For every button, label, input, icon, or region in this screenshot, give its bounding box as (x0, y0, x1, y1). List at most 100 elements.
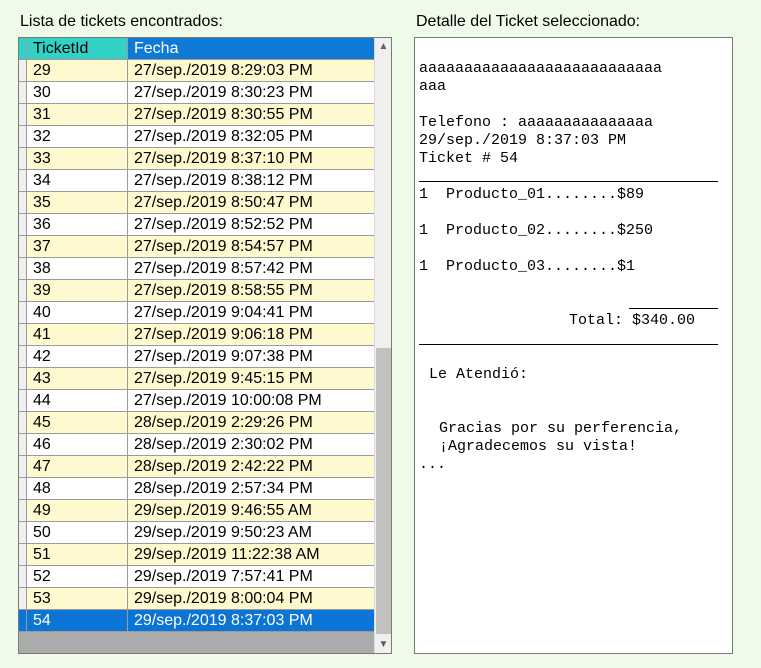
row-header-cell[interactable] (19, 346, 27, 368)
row-header-cell[interactable] (19, 192, 27, 214)
fecha-cell[interactable]: 29/sep./2019 8:00:04 PM (128, 588, 374, 610)
table-row[interactable]: 34 27/sep./2019 8:38:12 PM (19, 170, 374, 192)
table-row[interactable]: 29 27/sep./2019 8:29:03 PM (19, 60, 374, 82)
fecha-cell[interactable]: 27/sep./2019 8:30:23 PM (128, 82, 374, 104)
row-header-cell[interactable] (19, 544, 27, 566)
table-row[interactable]: 33 27/sep./2019 8:37:10 PM (19, 148, 374, 170)
table-row[interactable]: 54 29/sep./2019 8:37:03 PM (19, 610, 374, 632)
fecha-cell[interactable]: 27/sep./2019 9:04:41 PM (128, 302, 374, 324)
chevron-up-icon[interactable]: ▲ (375, 38, 391, 55)
row-header-cell[interactable] (19, 610, 27, 632)
table-row[interactable]: 43 27/sep./2019 9:45:15 PM (19, 368, 374, 390)
fecha-cell[interactable]: 28/sep./2019 2:30:02 PM (128, 434, 374, 456)
table-row[interactable]: 44 27/sep./2019 10:00:08 PM (19, 390, 374, 412)
ticketid-cell[interactable]: 52 (27, 566, 128, 588)
fecha-cell[interactable]: 27/sep./2019 8:57:42 PM (128, 258, 374, 280)
fecha-cell[interactable]: 29/sep./2019 7:57:41 PM (128, 566, 374, 588)
table-row[interactable]: 50 29/sep./2019 9:50:23 AM (19, 522, 374, 544)
row-header-cell[interactable] (19, 412, 27, 434)
table-row[interactable]: 46 28/sep./2019 2:30:02 PM (19, 434, 374, 456)
row-header-cell[interactable] (19, 170, 27, 192)
row-header-cell[interactable] (19, 214, 27, 236)
row-header-cell[interactable] (19, 456, 27, 478)
ticketid-cell[interactable]: 36 (27, 214, 128, 236)
column-header-ticketid[interactable]: TicketId (27, 38, 128, 60)
table-row[interactable]: 30 27/sep./2019 8:30:23 PM (19, 82, 374, 104)
fecha-cell[interactable]: 27/sep./2019 8:58:55 PM (128, 280, 374, 302)
table-row[interactable]: 36 27/sep./2019 8:52:52 PM (19, 214, 374, 236)
row-header-cell[interactable] (19, 104, 27, 126)
ticketid-cell[interactable]: 43 (27, 368, 128, 390)
row-header-cell[interactable] (19, 500, 27, 522)
fecha-cell[interactable]: 27/sep./2019 8:37:10 PM (128, 148, 374, 170)
ticketid-cell[interactable]: 50 (27, 522, 128, 544)
fecha-cell[interactable]: 27/sep./2019 8:52:52 PM (128, 214, 374, 236)
fecha-cell[interactable]: 29/sep./2019 8:37:03 PM (128, 610, 374, 632)
row-header-cell[interactable] (19, 478, 27, 500)
fecha-cell[interactable]: 27/sep./2019 8:54:57 PM (128, 236, 374, 258)
ticketid-cell[interactable]: 34 (27, 170, 128, 192)
row-header-cell[interactable] (19, 588, 27, 610)
ticketid-cell[interactable]: 33 (27, 148, 128, 170)
table-row[interactable]: 45 28/sep./2019 2:29:26 PM (19, 412, 374, 434)
ticketid-cell[interactable]: 35 (27, 192, 128, 214)
vertical-scrollbar[interactable]: ▲ ▼ (374, 38, 391, 653)
row-header-cell[interactable] (19, 60, 27, 82)
table-row[interactable]: 49 29/sep./2019 9:46:55 AM (19, 500, 374, 522)
ticketid-cell[interactable]: 29 (27, 60, 128, 82)
table-row[interactable]: 42 27/sep./2019 9:07:38 PM (19, 346, 374, 368)
chevron-down-icon[interactable]: ▼ (375, 636, 391, 653)
row-header-cell[interactable] (19, 324, 27, 346)
table-row[interactable]: 39 27/sep./2019 8:58:55 PM (19, 280, 374, 302)
ticketid-cell[interactable]: 44 (27, 390, 128, 412)
fecha-cell[interactable]: 27/sep./2019 8:50:47 PM (128, 192, 374, 214)
row-header-cell[interactable] (19, 302, 27, 324)
fecha-cell[interactable]: 28/sep./2019 2:57:34 PM (128, 478, 374, 500)
ticketid-cell[interactable]: 37 (27, 236, 128, 258)
ticket-detail-panel[interactable]: aaaaaaaaaaaaaaaaaaaaaaaaaaa aaa Telefono… (414, 37, 733, 654)
table-row[interactable]: 40 27/sep./2019 9:04:41 PM (19, 302, 374, 324)
table-row[interactable]: 48 28/sep./2019 2:57:34 PM (19, 478, 374, 500)
ticketid-cell[interactable]: 47 (27, 456, 128, 478)
row-header-cell[interactable] (19, 390, 27, 412)
table-row[interactable]: 31 27/sep./2019 8:30:55 PM (19, 104, 374, 126)
row-header-corner[interactable] (19, 38, 27, 60)
ticketid-cell[interactable]: 40 (27, 302, 128, 324)
table-row[interactable]: 51 29/sep./2019 11:22:38 AM (19, 544, 374, 566)
table-row[interactable]: 47 28/sep./2019 2:42:22 PM (19, 456, 374, 478)
table-row[interactable]: 38 27/sep./2019 8:57:42 PM (19, 258, 374, 280)
fecha-cell[interactable]: 28/sep./2019 2:29:26 PM (128, 412, 374, 434)
table-row[interactable]: 41 27/sep./2019 9:06:18 PM (19, 324, 374, 346)
ticketid-cell[interactable]: 49 (27, 500, 128, 522)
fecha-cell[interactable]: 29/sep./2019 9:50:23 AM (128, 522, 374, 544)
ticketid-cell[interactable]: 42 (27, 346, 128, 368)
table-row[interactable]: 52 29/sep./2019 7:57:41 PM (19, 566, 374, 588)
ticketid-cell[interactable]: 38 (27, 258, 128, 280)
table-row[interactable]: 37 27/sep./2019 8:54:57 PM (19, 236, 374, 258)
ticketid-cell[interactable]: 30 (27, 82, 128, 104)
row-header-cell[interactable] (19, 280, 27, 302)
row-header-cell[interactable] (19, 82, 27, 104)
row-header-cell[interactable] (19, 126, 27, 148)
fecha-cell[interactable]: 27/sep./2019 9:45:15 PM (128, 368, 374, 390)
ticketid-cell[interactable]: 46 (27, 434, 128, 456)
fecha-cell[interactable]: 27/sep./2019 9:07:38 PM (128, 346, 374, 368)
row-header-cell[interactable] (19, 434, 27, 456)
fecha-cell[interactable]: 27/sep./2019 8:32:05 PM (128, 126, 374, 148)
ticketid-cell[interactable]: 48 (27, 478, 128, 500)
row-header-cell[interactable] (19, 148, 27, 170)
fecha-cell[interactable]: 27/sep./2019 8:30:55 PM (128, 104, 374, 126)
fecha-cell[interactable]: 29/sep./2019 11:22:38 AM (128, 544, 374, 566)
row-header-cell[interactable] (19, 522, 27, 544)
ticketid-cell[interactable]: 41 (27, 324, 128, 346)
ticketid-cell[interactable]: 51 (27, 544, 128, 566)
ticketid-cell[interactable]: 45 (27, 412, 128, 434)
row-header-cell[interactable] (19, 368, 27, 390)
fecha-cell[interactable]: 27/sep./2019 10:00:08 PM (128, 390, 374, 412)
row-header-cell[interactable] (19, 258, 27, 280)
ticketid-cell[interactable]: 54 (27, 610, 128, 632)
scrollbar-thumb[interactable] (376, 348, 391, 634)
table-row[interactable]: 32 27/sep./2019 8:32:05 PM (19, 126, 374, 148)
column-header-fecha[interactable]: Fecha (128, 38, 374, 60)
fecha-cell[interactable]: 27/sep./2019 8:38:12 PM (128, 170, 374, 192)
